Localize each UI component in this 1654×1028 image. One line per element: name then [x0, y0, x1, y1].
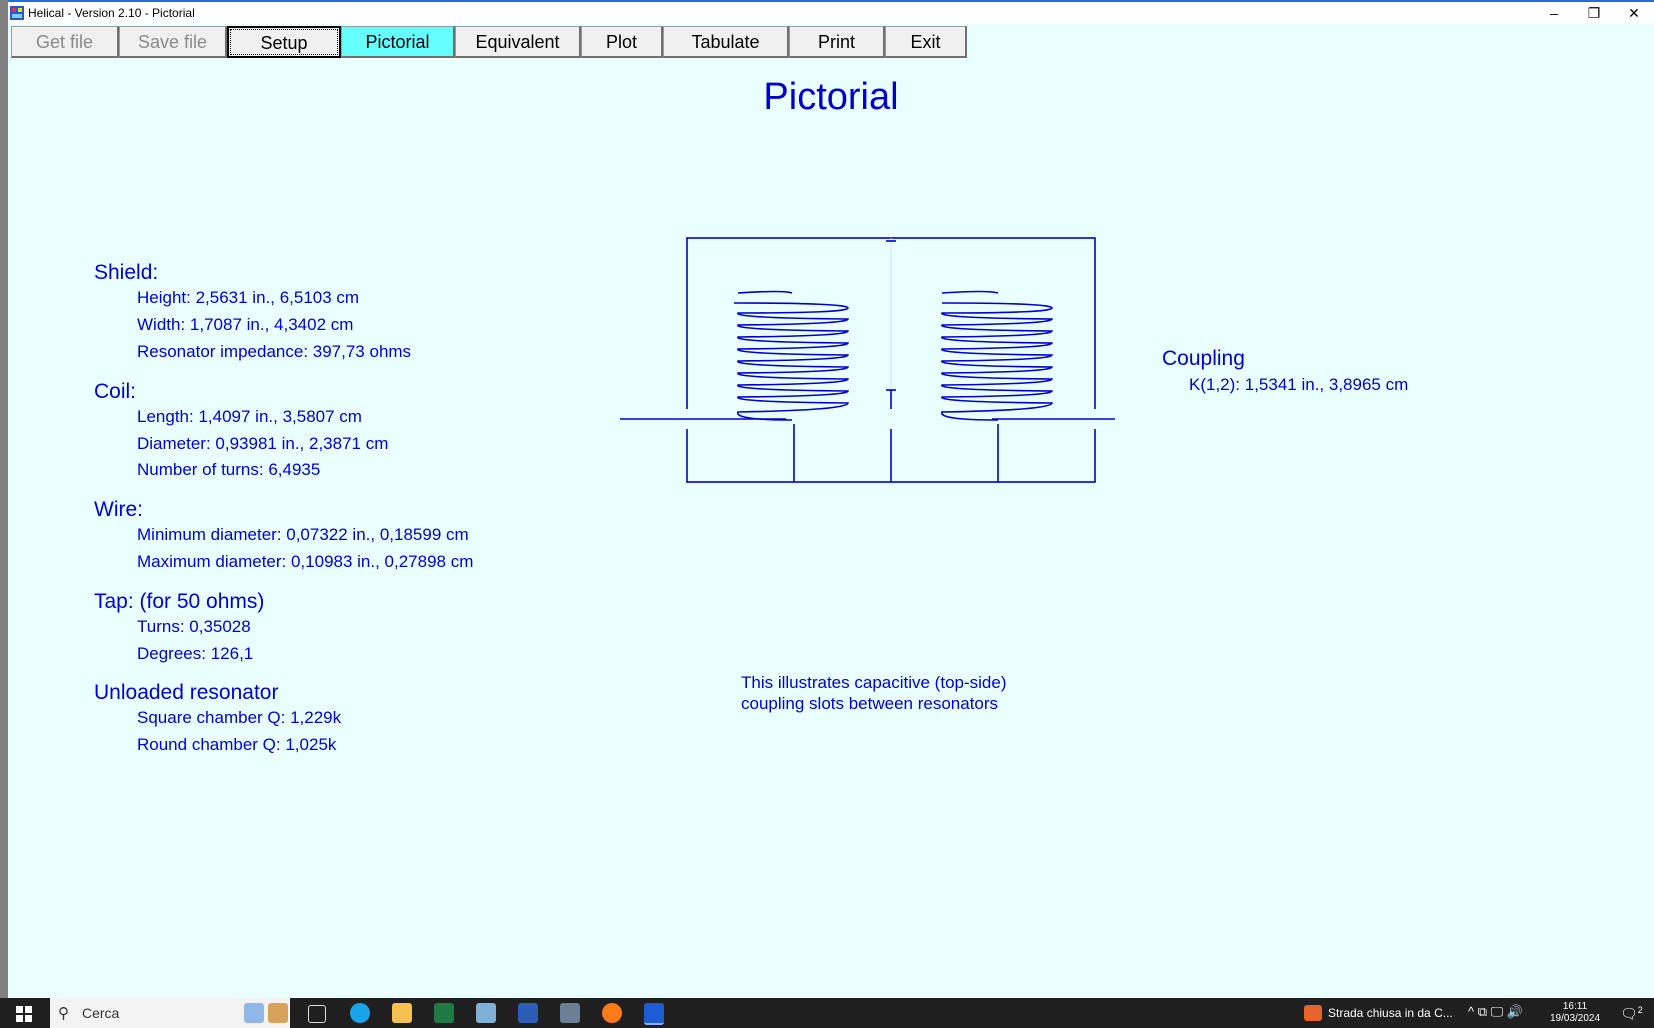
news-widget[interactable]: Strada chiusa in da C... [1328, 1006, 1453, 1020]
clock[interactable]: 16:11 19/03/2024 [1550, 1001, 1600, 1025]
coupling-heading: Coupling [1162, 347, 1245, 370]
excel-icon[interactable] [434, 1003, 454, 1023]
notes-app-icon[interactable] [476, 1003, 496, 1023]
taskbar: ⚲ Cerca Strada chiusa in da C... ^ ⧉ 🖵 🔊… [0, 998, 1654, 1028]
firefox-icon[interactable] [602, 1003, 622, 1023]
word-icon[interactable] [518, 1003, 538, 1023]
notification-count: 2 [1637, 1005, 1643, 1015]
resonator-diagram [620, 237, 1115, 483]
clock-time: 16:11 [1562, 1001, 1588, 1012]
traffic-alert-icon [1304, 1005, 1322, 1021]
search-highlight-icon [244, 1003, 264, 1023]
notifications-icon[interactable]: 🗨2 [1620, 1005, 1643, 1023]
right-coil [941, 290, 1053, 421]
diagram-caption: This illustrates capacitive (top-side) c… [741, 672, 1006, 714]
search-icon: ⚲ [58, 1005, 69, 1022]
task-view-icon[interactable] [308, 1005, 326, 1023]
caption-line-2: coupling slots between resonators [741, 694, 999, 713]
system-tray-icons[interactable]: ^ ⧉ 🖵 🔊 [1468, 1004, 1523, 1020]
search-highlight-icon-2 [268, 1003, 288, 1023]
app-window: Helical - Version 2.10 - Pictorial – ❐ ✕… [8, 0, 1654, 998]
search-placeholder: Cerca [82, 1005, 120, 1021]
left-coil [733, 290, 849, 421]
helical-app-taskbar-icon[interactable] [644, 1003, 664, 1025]
clock-date: 19/03/2024 [1550, 1013, 1601, 1024]
file-explorer-icon[interactable] [392, 1003, 412, 1023]
calculator-icon[interactable] [560, 1003, 580, 1023]
caption-line-1: This illustrates capacitive (top-side) [741, 673, 1007, 692]
windows-start-icon[interactable] [16, 1006, 32, 1022]
taskbar-search-box[interactable]: ⚲ Cerca [50, 998, 290, 1028]
edge-browser-icon[interactable] [350, 1003, 370, 1023]
coupling-k12: K(1,2): 1,5341 in., 3,8965 cm [1189, 375, 1409, 394]
